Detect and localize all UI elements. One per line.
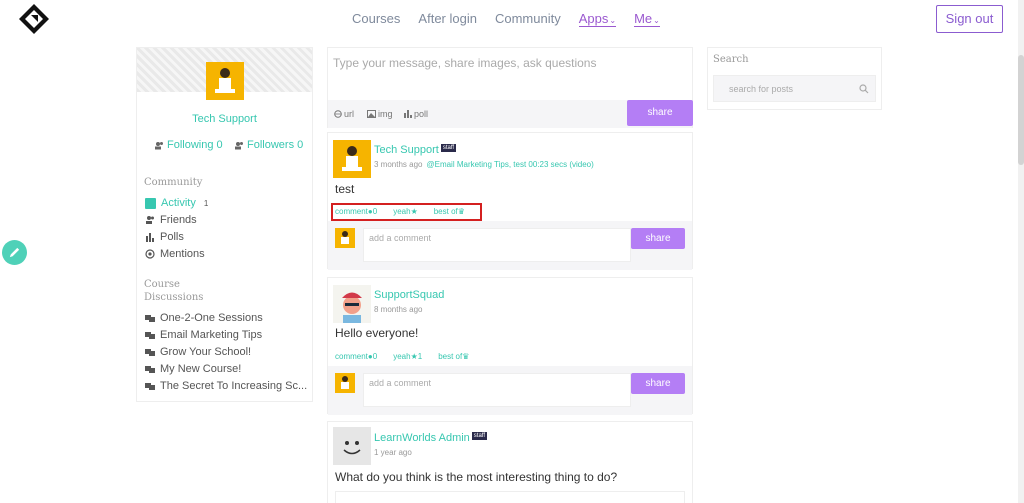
- users-icon: [235, 141, 243, 149]
- nav-me-dropdown[interactable]: Me⌄: [634, 11, 660, 27]
- post-author[interactable]: LearnWorlds Admin staff: [374, 432, 488, 444]
- following-link[interactable]: Following 0: [154, 139, 223, 151]
- composer-toolbar: url img poll share: [328, 100, 693, 128]
- yeah-action[interactable]: yeah★1: [393, 352, 422, 361]
- search-panel: Search search for posts: [707, 47, 882, 110]
- nav-courses[interactable]: Courses: [352, 11, 400, 27]
- chevron-down-icon: ⌄: [653, 16, 660, 25]
- sidebar-item-activity[interactable]: Activity 1: [145, 197, 208, 209]
- avatar[interactable]: [333, 285, 371, 323]
- activity-count: 1: [203, 198, 209, 208]
- users-icon: [155, 141, 163, 149]
- post-meta: 1 year ago: [374, 448, 412, 457]
- top-header: Courses After login Community Apps⌄ Me⌄ …: [0, 0, 1024, 38]
- chat-bubbles-icon: [145, 315, 155, 322]
- logo-icon[interactable]: [18, 3, 50, 35]
- search-icon[interactable]: [859, 84, 869, 94]
- sidebar-item-mentions[interactable]: Mentions: [145, 248, 205, 260]
- comment-share-button[interactable]: share: [631, 228, 685, 249]
- globe-icon: [334, 110, 342, 118]
- bar-chart-icon: [404, 110, 412, 118]
- trophy-icon: ♛: [462, 352, 470, 361]
- sidebar-item-polls[interactable]: Polls: [145, 231, 184, 243]
- users-icon: [146, 216, 154, 224]
- trophy-icon: ♛: [457, 207, 465, 216]
- url-tool[interactable]: url: [334, 109, 354, 119]
- comment-input[interactable]: add a comment: [363, 373, 631, 407]
- post-composer[interactable]: Type your message, share images, ask que…: [327, 47, 693, 128]
- scrollbar[interactable]: [1018, 0, 1024, 503]
- pencil-icon: [9, 247, 20, 258]
- profile-name[interactable]: Tech Support: [137, 113, 312, 125]
- main-nav: Courses After login Community Apps⌄ Me⌄: [352, 11, 678, 27]
- edit-fab-button[interactable]: [2, 240, 27, 265]
- bar-chart-icon: [146, 233, 154, 242]
- discussion-item[interactable]: The Secret To Increasing Sc...: [145, 380, 307, 392]
- community-heading: Community: [144, 177, 203, 188]
- comment-input[interactable]: add a comment: [363, 228, 631, 262]
- poll-box: [335, 491, 685, 503]
- post-actions: comment●0 yeah★ best of♛: [335, 207, 481, 216]
- post-author[interactable]: Tech Support staff: [374, 144, 457, 156]
- poll-tool[interactable]: poll: [404, 109, 428, 119]
- at-sign-icon: [145, 249, 155, 259]
- discussions-heading: Course Discussions: [144, 279, 204, 303]
- comment-action[interactable]: comment●0: [335, 352, 377, 361]
- sidebar-item-friends[interactable]: Friends: [145, 214, 197, 226]
- followers-link[interactable]: Followers 0: [234, 139, 303, 151]
- discussion-item[interactable]: My New Course!: [145, 363, 241, 375]
- scrollbar-thumb[interactable]: [1018, 55, 1024, 165]
- chat-bubbles-icon: [145, 366, 155, 373]
- feed-post: LearnWorlds Admin staff 1 year ago What d…: [327, 421, 693, 503]
- search-heading: Search: [713, 54, 749, 65]
- search-input[interactable]: search for posts: [713, 75, 876, 102]
- avatar: [335, 373, 355, 393]
- discussion-item[interactable]: Email Marketing Tips: [145, 329, 262, 341]
- comment-share-button[interactable]: share: [631, 373, 685, 394]
- post-body: test: [335, 182, 355, 196]
- avatar[interactable]: [206, 62, 244, 100]
- profile-sidebar: Tech Support Following 0 Followers 0 Com…: [136, 47, 313, 402]
- staff-badge: staff: [471, 432, 488, 440]
- sign-out-button[interactable]: Sign out: [936, 5, 1003, 33]
- chat-bubbles-icon: [145, 349, 155, 356]
- chat-bubbles-icon: [145, 383, 155, 390]
- discussion-item[interactable]: One-2-One Sessions: [145, 312, 263, 324]
- activity-icon: [145, 197, 156, 209]
- image-icon: [367, 110, 376, 118]
- nav-apps-dropdown[interactable]: Apps⌄: [578, 11, 617, 27]
- best-of-action[interactable]: best of♛: [434, 207, 465, 216]
- feed-post: Tech Support staff 3 months ago @Email Mar…: [327, 132, 693, 270]
- post-body: What do you think is the most interestin…: [335, 470, 618, 484]
- post-author[interactable]: SupportSquad: [374, 289, 444, 301]
- discussion-item[interactable]: Grow Your School!: [145, 346, 251, 358]
- post-meta: 3 months ago @Email Marketing Tips, test …: [374, 160, 594, 169]
- feed-post: SupportSquad 8 months ago Hello everyone…: [327, 277, 693, 415]
- nav-community[interactable]: Community: [495, 11, 561, 27]
- comment-action[interactable]: comment●0: [335, 207, 377, 216]
- nav-after-login[interactable]: After login: [418, 11, 477, 27]
- share-button[interactable]: share: [627, 100, 693, 126]
- avatar[interactable]: [333, 427, 371, 465]
- star-icon: ★: [410, 352, 418, 361]
- best-of-action[interactable]: best of♛: [438, 352, 469, 361]
- avatar[interactable]: [333, 140, 371, 178]
- yeah-action[interactable]: yeah★: [393, 207, 418, 216]
- post-actions: comment●0 yeah★1 best of♛: [335, 352, 485, 361]
- star-icon: ★: [410, 207, 418, 216]
- post-meta: 8 months ago: [374, 305, 423, 314]
- post-context-link[interactable]: @Email Marketing Tips, test 00:23 secs (…: [426, 160, 593, 169]
- post-body: Hello everyone!: [335, 326, 419, 340]
- comment-box: add a comment share: [328, 366, 692, 415]
- composer-input[interactable]: Type your message, share images, ask que…: [333, 56, 596, 70]
- chat-bubbles-icon: [145, 332, 155, 339]
- comment-box: add a comment share: [328, 221, 692, 270]
- chevron-down-icon: ⌄: [609, 16, 617, 25]
- avatar: [335, 228, 355, 248]
- img-tool[interactable]: img: [367, 109, 393, 119]
- staff-badge: staff: [440, 144, 457, 152]
